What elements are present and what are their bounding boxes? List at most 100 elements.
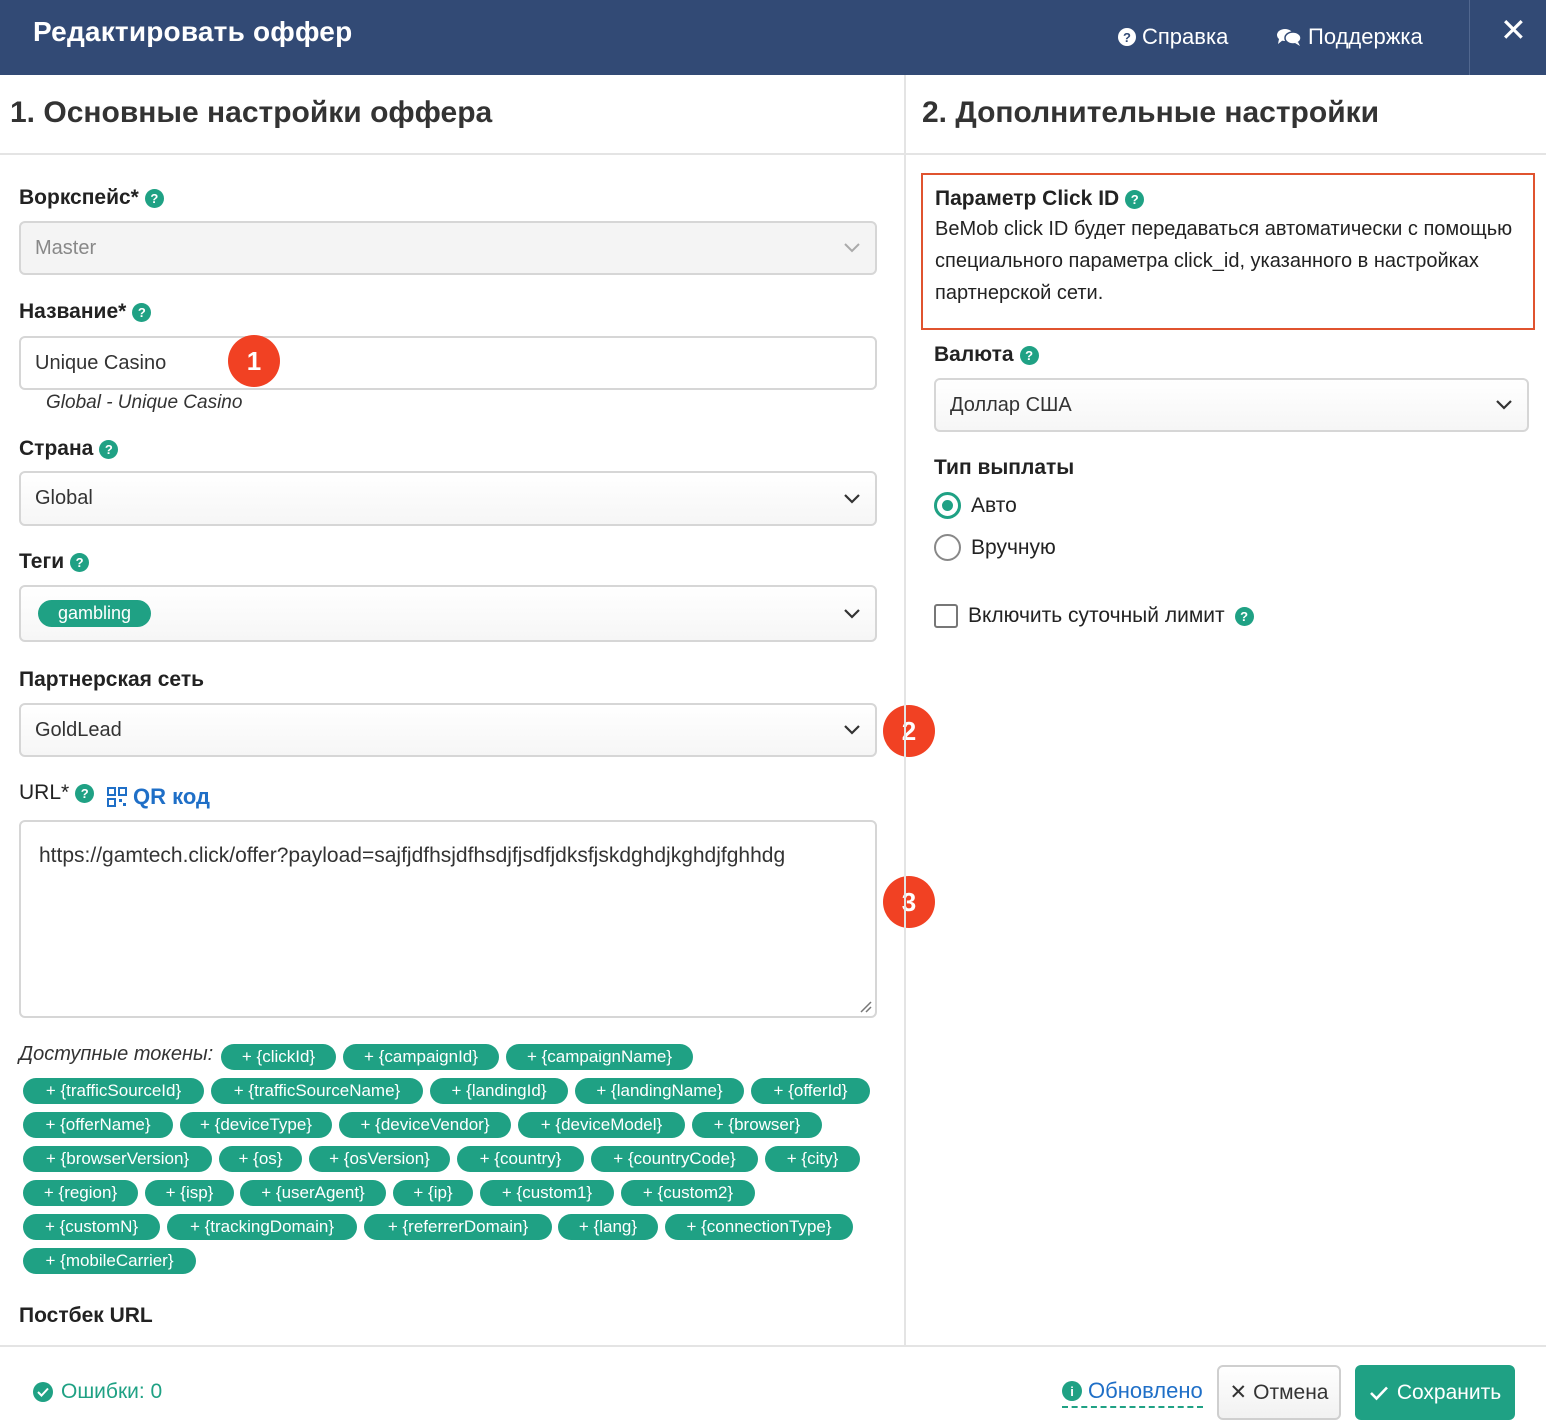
name-label-text: Название* [19, 300, 127, 323]
help-icon[interactable]: ? [1234, 606, 1254, 626]
payout-auto-radio[interactable]: Авто [934, 492, 1017, 519]
token-chip[interactable]: + {lang} [558, 1214, 658, 1240]
payout-manual-radio[interactable]: Вручную [934, 534, 1056, 561]
annotation-badge-1: 1 [228, 335, 280, 387]
token-chip[interactable]: + {isp} [145, 1180, 234, 1206]
country-label-text: Страна [19, 437, 94, 460]
currency-label-text: Валюта [934, 343, 1014, 366]
token-chip[interactable]: + {region} [23, 1180, 138, 1206]
token-chip[interactable]: + {browser} [692, 1112, 822, 1138]
radio-unchecked-icon [934, 534, 961, 561]
tags-select[interactable]: gambling [19, 585, 877, 642]
workspace-value: Master [35, 236, 97, 259]
token-chip[interactable]: + {landingId} [430, 1078, 568, 1104]
help-icon[interactable]: ? [144, 188, 164, 208]
cancel-button[interactable]: ✕ Отмена [1217, 1365, 1341, 1420]
qr-code-link[interactable]: QR код [107, 784, 210, 810]
help-icon[interactable]: ? [1125, 189, 1145, 209]
header-divider [1469, 0, 1470, 75]
updated-label: Обновлено [1088, 1378, 1203, 1403]
token-chip[interactable]: + {trafficSourceName} [211, 1078, 423, 1104]
clickid-info-box: Параметр Click ID ? BeMob click ID будет… [921, 173, 1535, 330]
currency-select[interactable]: Доллар США [934, 378, 1529, 432]
token-chip[interactable]: + {clickId} [221, 1044, 336, 1070]
daily-limit-checkbox[interactable] [934, 604, 958, 628]
close-icon[interactable]: ✕ [1500, 14, 1527, 46]
modal-title: Редактировать оффер [33, 16, 353, 47]
currency-value: Доллар США [950, 393, 1072, 416]
token-chip[interactable]: + {countryCode} [591, 1146, 758, 1172]
token-chip[interactable]: + {trackingDomain} [167, 1214, 357, 1240]
token-chip[interactable]: + {ip} [393, 1180, 473, 1206]
token-chip[interactable]: + {osVersion} [309, 1146, 450, 1172]
name-hint: Global - Unique Casino [46, 392, 243, 413]
resize-grip-icon[interactable] [858, 999, 872, 1013]
token-chip[interactable]: + {deviceType} [180, 1112, 332, 1138]
help-icon[interactable]: ? [99, 439, 119, 459]
help-icon[interactable]: ? [75, 783, 95, 803]
help-link[interactable]: ? Справка [1118, 24, 1228, 50]
support-link[interactable]: Поддержка [1276, 24, 1423, 50]
save-button[interactable]: Сохранить [1355, 1365, 1515, 1420]
token-chip[interactable]: + {offerName} [23, 1112, 173, 1138]
token-chip[interactable]: + {customN} [23, 1214, 160, 1240]
chat-bubbles-icon [1277, 29, 1302, 46]
chevron-down-icon [844, 493, 860, 504]
token-chip[interactable]: + {custom2} [621, 1180, 755, 1206]
network-label-text: Партнерская сеть [19, 668, 205, 691]
qr-code-label: QR код [133, 784, 210, 809]
updated-link[interactable]: i Обновлено [1062, 1378, 1203, 1408]
name-input[interactable]: Unique Casino [19, 336, 877, 390]
postback-label-text: Постбек URL [19, 1304, 153, 1327]
radio-checked-icon [934, 492, 961, 519]
cancel-label: Отмена [1253, 1380, 1329, 1404]
token-chip[interactable]: + {userAgent} [240, 1180, 386, 1206]
workspace-label: Воркспейс* ? [19, 186, 164, 210]
check-icon [1369, 1386, 1388, 1400]
country-select[interactable]: Global [19, 471, 877, 526]
url-textarea[interactable]: https://gamtech.click/offer?payload=sajf… [19, 820, 877, 1018]
clickid-title: Параметр Click ID ? [935, 187, 1521, 211]
token-chip[interactable]: + {referrerDomain} [364, 1214, 552, 1240]
qr-code-icon [107, 787, 127, 807]
token-chip[interactable]: + {custom1} [480, 1180, 614, 1206]
daily-limit-row: Включить суточный лимит ? [934, 604, 1254, 628]
token-chip[interactable]: + {connectionType} [665, 1214, 853, 1240]
clickid-title-text: Параметр Click ID [935, 187, 1120, 210]
url-label: URL* ? [19, 781, 95, 805]
token-chip[interactable]: + {city} [765, 1146, 860, 1172]
help-icon[interactable]: ? [70, 552, 90, 572]
payout-auto-label: Авто [971, 493, 1017, 517]
url-label-text: URL* [19, 781, 70, 804]
token-chip[interactable]: + {offerId} [751, 1078, 870, 1104]
workspace-select[interactable]: Master [19, 221, 877, 275]
token-chip[interactable]: + {trafficSourceId} [23, 1078, 204, 1104]
token-chip[interactable]: + {deviceModel} [518, 1112, 685, 1138]
tags-label-text: Теги [19, 550, 65, 573]
token-chip[interactable]: + {deviceVendor} [339, 1112, 511, 1138]
chevron-down-icon [1496, 400, 1512, 410]
errors-label: Ошибки: 0 [61, 1380, 163, 1403]
tag-chip[interactable]: gambling [38, 600, 152, 627]
token-chip[interactable]: + {landingName} [575, 1078, 744, 1104]
token-chip[interactable]: + {country} [457, 1146, 584, 1172]
name-label: Название* ? [19, 300, 152, 324]
country-value: Global [35, 487, 93, 509]
chevron-down-icon [844, 243, 860, 253]
help-icon[interactable]: ? [132, 302, 152, 322]
token-chip[interactable]: + {os} [219, 1146, 302, 1172]
token-chip[interactable]: + {browserVersion} [23, 1146, 212, 1172]
chevron-down-icon [844, 725, 860, 735]
tags-label: Теги ? [19, 550, 90, 574]
token-chip[interactable]: + {campaignId} [343, 1044, 499, 1070]
annotation-badge-2: 2 [883, 705, 935, 757]
clickid-text: BeMob click ID будет передаваться автома… [935, 218, 1513, 304]
token-chip[interactable]: + {campaignName} [506, 1044, 693, 1070]
help-icon[interactable]: ? [1019, 345, 1039, 365]
country-label: Страна ? [19, 437, 119, 461]
network-select[interactable]: GoldLead [19, 703, 877, 757]
help-label: Справка [1142, 24, 1229, 49]
right-title-divider [906, 153, 1546, 155]
check-circle-icon [33, 1382, 53, 1402]
token-chip[interactable]: + {mobileCarrier} [23, 1248, 196, 1274]
